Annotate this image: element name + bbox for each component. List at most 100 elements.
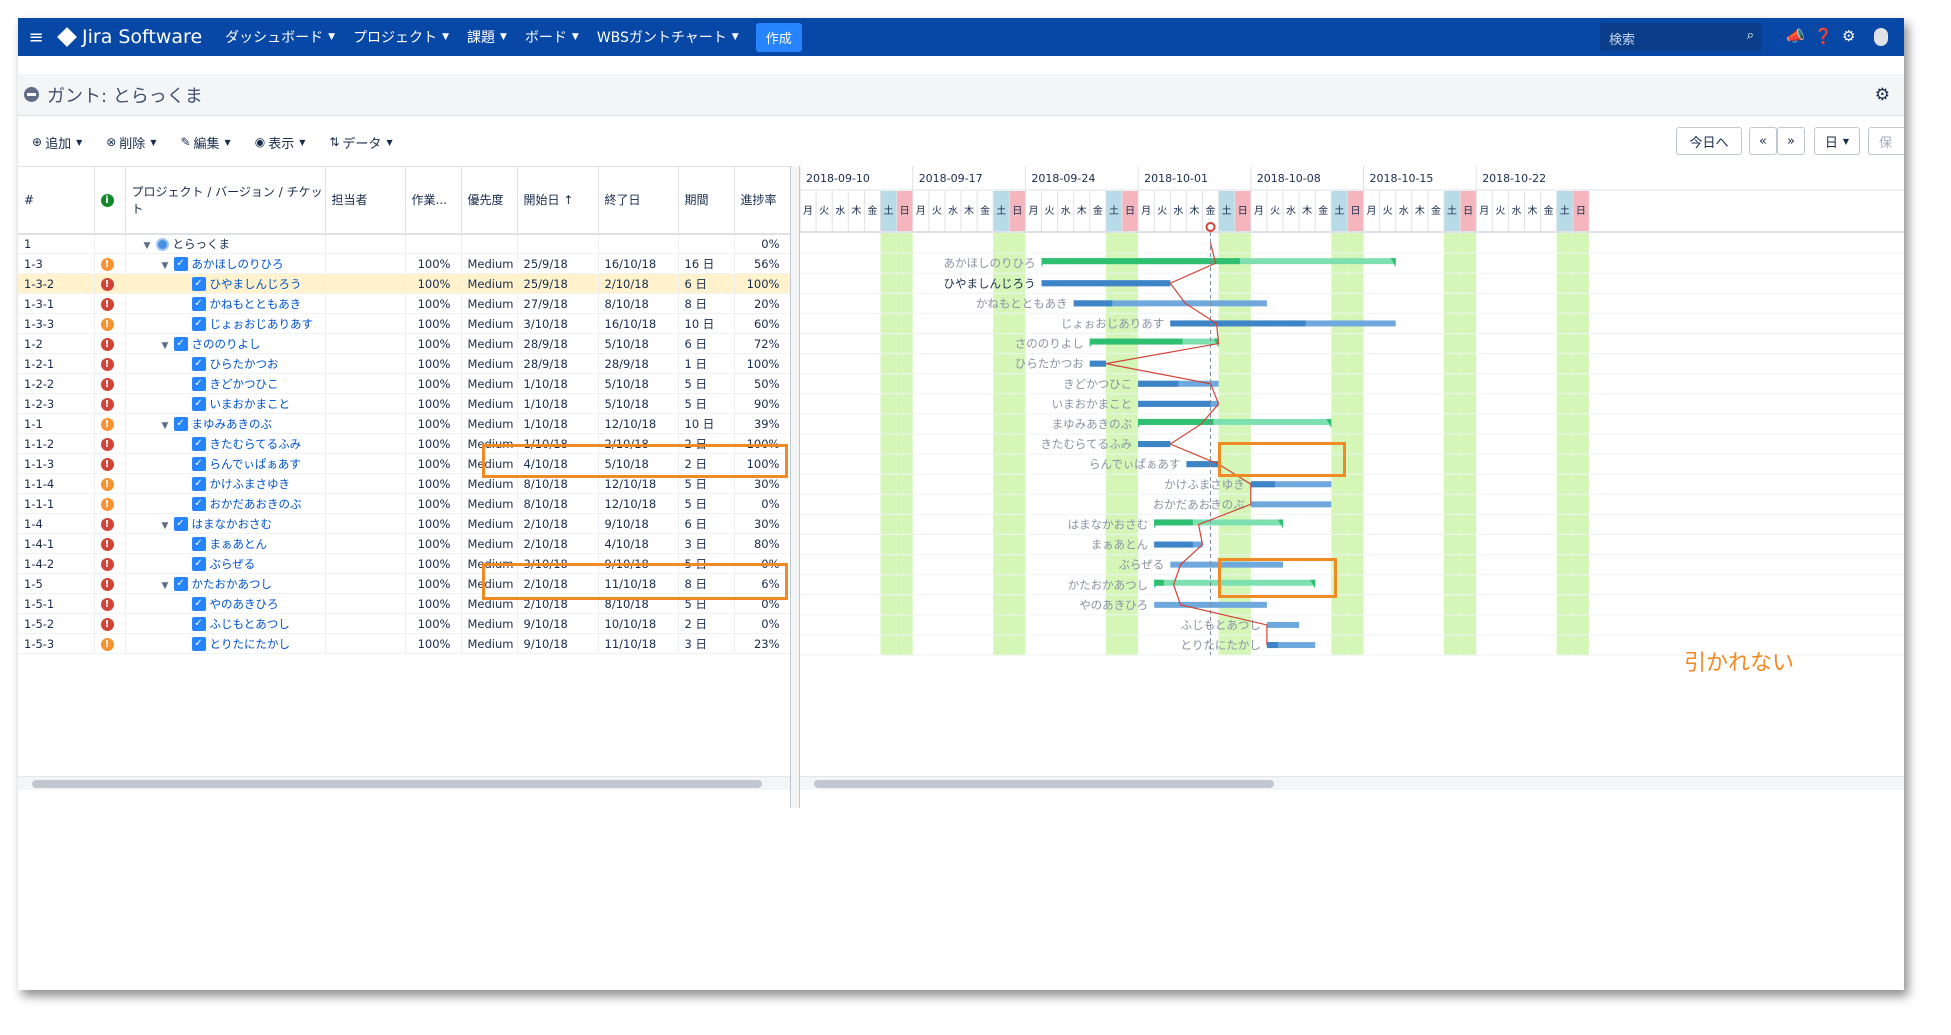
edit-button[interactable]: ✎ 編集 ▼ — [180, 133, 230, 152]
table-row[interactable]: 1-3-2! ✓ ひやましんじろう 100% Medium 25/9/18 2/10/18 6… — [18, 273, 791, 294]
col-header-name[interactable]: プロジェクト / バージョン / チケット — [125, 166, 326, 235]
chevron-down-icon: ▼ — [328, 32, 336, 42]
bar-label: かたおかあつし — [1068, 578, 1149, 592]
col-header-priority[interactable]: 優先度 — [461, 166, 518, 235]
table-row[interactable]: 1-1-1! ✓ おかだあおきのぶ 100% Medium 8/10/18 12/10/18… — [18, 493, 791, 514]
table-row[interactable]: 1-2! ▼ ✓ さののりよし 100% Medium 28/9/18 5/10/18 6 日7… — [18, 333, 791, 354]
jira-logo[interactable]: Jira Software — [54, 26, 202, 48]
today-button[interactable]: 今日へ — [1676, 127, 1742, 155]
gear-icon[interactable]: ⚙ — [1875, 85, 1890, 105]
nav-menu-dashboards[interactable]: ダッシュボード ▼ — [225, 27, 335, 47]
bar-label: まゆみあきのぶ — [1052, 417, 1133, 431]
checkbox-icon: ✓ — [191, 357, 206, 371]
col-header-progress[interactable]: 進捗率 — [734, 166, 791, 235]
cell-priority-icon: ! — [94, 393, 126, 414]
weekday-label: 日 — [1350, 206, 1360, 217]
table-row[interactable]: 1-2-2! ✓ きどかつひこ 100% Medium 1/10/18 5/10/18 5 日… — [18, 373, 791, 394]
table-row[interactable]: 1-4-2! ✓ ぶらぜる 100% Medium 3/10/18 9/10/18 5 日 0% — [18, 553, 791, 574]
pane-splitter[interactable] — [790, 166, 800, 808]
table-row[interactable]: 1-1-3! ✓ らんでぃぱぁあす 100% Medium 4/10/18 5/10/18 2… — [18, 453, 791, 474]
help-icon[interactable]: ❓ — [1814, 27, 1833, 45]
cell-duration: 16 日 — [678, 253, 735, 274]
bar-label: ぶらぜる — [1119, 558, 1165, 572]
collapse-icon[interactable]: ▼ — [144, 241, 156, 251]
search-input[interactable]: 検索 ⌕ — [1600, 23, 1762, 51]
table-row[interactable]: 1 ▼ とらっくま 0% — [18, 233, 791, 254]
menu-icon[interactable]: ≡ — [18, 27, 54, 48]
cell-priority-icon: ! — [94, 273, 126, 294]
cell-assignee — [325, 413, 406, 434]
table-row[interactable]: 1-1-4! ✓ かけふまさゆき 100% Medium 8/10/18 12/10/18 5… — [18, 473, 791, 494]
grid-scrollbar[interactable] — [18, 776, 790, 790]
collapse-icon[interactable]: ▼ — [162, 521, 174, 531]
col-header-duration[interactable]: 期間 — [678, 166, 735, 235]
cell-assignee — [325, 273, 406, 294]
scroll-thumb[interactable] — [32, 780, 762, 788]
col-header-start[interactable]: 開始日 ↑ — [517, 166, 599, 235]
table-row[interactable]: 1-3! ▼ ✓ あかほしのりひろ 100% Medium 25/9/18 16/10/18 1… — [18, 253, 791, 274]
settings-icon[interactable]: ⚙ — [1842, 27, 1855, 45]
table-row[interactable]: 1-4-1! ✓ まぁあとん 100% Medium 2/10/18 4/10/18 3 日8… — [18, 533, 791, 554]
prev-button[interactable]: « — [1749, 127, 1777, 155]
avatar[interactable] — [1874, 28, 1888, 46]
cell-name: ▼ ✓ はまなかおさむ — [125, 513, 326, 534]
version-progress — [1089, 338, 1183, 345]
nav-menu-projects[interactable]: プロジェクト ▼ — [353, 27, 449, 47]
megaphone-icon[interactable]: 📣 — [1786, 27, 1805, 45]
gantt-scrollbar[interactable] — [800, 776, 1904, 790]
gantt-svg: 2018-09-10 2018-09-17 2018-09-24 2018-10-01… — [800, 166, 1904, 656]
task-grid: # i プロジェクト / バージョン / チケット 担当者 作業... 優先度 … — [18, 166, 791, 776]
cell-work: 100% — [405, 293, 462, 314]
scroll-thumb[interactable] — [814, 780, 1274, 788]
col-header-id[interactable]: # — [18, 166, 95, 235]
data-button[interactable]: ⇅ データ ▼ — [329, 133, 392, 152]
table-row[interactable]: 1-2-3! ✓ いまおかまこと 100% Medium 1/10/18 5/10/18 5 … — [18, 393, 791, 414]
delete-button[interactable]: ⊗ 削除 ▼ — [106, 133, 156, 152]
cell-end: 12/10/18 — [598, 493, 679, 514]
save-button[interactable]: 保 — [1868, 127, 1904, 155]
scale-select[interactable]: 日 ▼ — [1814, 127, 1860, 155]
bar-label: あかほしのりひろ — [944, 256, 1036, 270]
cell-end: 5/10/18 — [598, 333, 679, 354]
table-row[interactable]: 1-1-2! ✓ きたむらてるふみ 100% Medium 1/10/18 2/10/18 2… — [18, 433, 791, 454]
chevron-down-icon: ▼ — [442, 32, 449, 42]
view-button[interactable]: ◉ 表示 ▼ — [255, 133, 306, 152]
weekday-label: 金 — [980, 204, 990, 217]
weekday-label: 土 — [1334, 204, 1344, 217]
collapse-icon[interactable]: ▼ — [162, 581, 174, 591]
col-header-priority-icon[interactable]: i — [94, 166, 126, 235]
bar-label: らんでぃぱぁあす — [1089, 457, 1180, 471]
col-header-assignee[interactable]: 担当者 — [325, 166, 406, 235]
add-button[interactable]: ⊕ 追加 ▼ — [32, 133, 82, 152]
priority-icon: ! — [100, 277, 114, 291]
cell-start: 2/10/18 — [517, 513, 599, 534]
cell-duration: 10 日 — [678, 313, 735, 334]
table-row[interactable]: 1-1! ▼ ✓ まゆみあきのぶ 100% Medium 1/10/18 12/10/18 10… — [18, 413, 791, 434]
week-label: 2018-10-01 — [1144, 172, 1208, 185]
grid-body: 1 ▼ とらっくま 0% 1-3! ▼ ✓ あかほしのりひろ 100% Medium 25/9/18… — [18, 233, 791, 654]
create-button[interactable]: 作成 — [755, 22, 802, 52]
table-row[interactable]: 1-5! ▼ ✓ かたおかあつし 100% Medium 2/10/18 11/10/18 8 … — [18, 573, 791, 594]
col-header-work[interactable]: 作業... — [405, 166, 462, 235]
cell-priority: Medium — [461, 353, 518, 374]
weekday-label: 日 — [1012, 206, 1022, 217]
nav-menu-issues[interactable]: 課題 ▼ — [467, 27, 507, 47]
table-row[interactable]: 1-2-1! ✓ ひらたかつお 100% Medium 28/9/18 28/9/18 1 日… — [18, 353, 791, 374]
cell-name: ✓ いまおかまこと — [125, 393, 326, 414]
table-row[interactable]: 1-4! ▼ ✓ はまなかおさむ 100% Medium 2/10/18 9/10/18 6 日… — [18, 513, 791, 534]
table-row[interactable]: 1-3-1! ✓ かねもとともあき 100% Medium 27/9/18 8/10/18 8… — [18, 293, 791, 314]
col-header-end[interactable]: 終了日 — [598, 166, 679, 235]
collapse-icon[interactable]: ▼ — [162, 341, 174, 351]
cell-priority-icon: ! — [94, 373, 126, 394]
table-row[interactable]: 1-5-1! ✓ やのあきひろ 100% Medium 2/10/18 8/10/18 5 日… — [18, 593, 791, 614]
cell-name: ✓ ぶらぜる — [125, 553, 326, 574]
nav-menu-boards[interactable]: ボード ▼ — [525, 27, 579, 47]
table-row[interactable]: 1-5-3! ✓ とりたにたかし 100% Medium 9/10/18 11/10/18 3… — [18, 633, 791, 654]
table-row[interactable]: 1-3-3! ✓ じょぉおじありあす 100% Medium 3/10/18 16/10/1… — [18, 313, 791, 334]
cell-assignee — [325, 553, 406, 574]
next-button[interactable]: » — [1777, 127, 1805, 155]
table-row[interactable]: 1-5-2! ✓ ふじもとあつし 100% Medium 9/10/18 10/10/18 2… — [18, 613, 791, 634]
nav-menu-wbs-gantt[interactable]: WBSガントチャート ▼ — [597, 27, 739, 47]
collapse-icon[interactable]: ▼ — [162, 261, 174, 271]
collapse-icon[interactable]: ▼ — [162, 421, 174, 431]
